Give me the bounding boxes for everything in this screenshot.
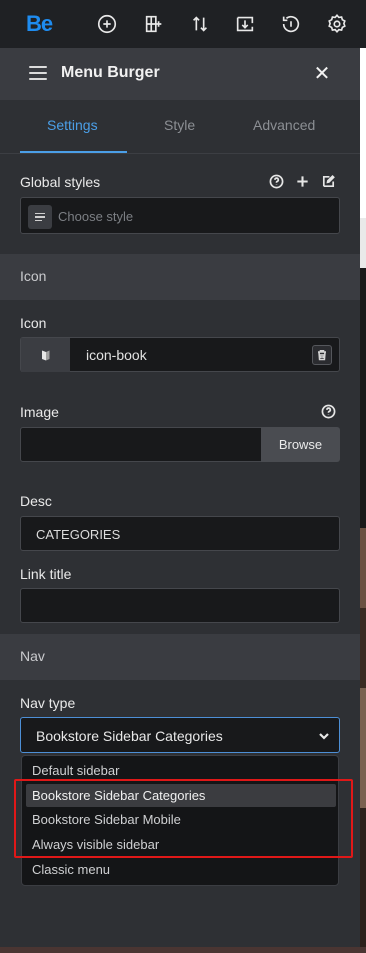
tab-style[interactable]: Style <box>164 117 195 133</box>
sort-arrows-icon[interactable] <box>188 12 212 36</box>
be-logo[interactable]: Be <box>26 11 53 37</box>
nav-type-selected: Bookstore Sidebar Categories <box>36 728 223 744</box>
app-root: Be Menu Burger ✕ Settings Style Advanced… <box>0 0 366 953</box>
browse-button[interactable]: Browse <box>261 427 340 462</box>
image-input[interactable] <box>20 427 262 462</box>
add-icon[interactable] <box>95 12 119 36</box>
image-label: Image <box>20 404 59 420</box>
page-background-strip <box>360 48 366 953</box>
tab-advanced[interactable]: Advanced <box>253 117 315 133</box>
bottom-edge <box>0 947 366 953</box>
section-icon-header[interactable]: Icon <box>0 254 360 300</box>
icon-field[interactable]: icon-book <box>20 337 340 372</box>
section-nav-title: Nav <box>20 648 45 664</box>
edit-style-icon[interactable] <box>320 173 336 189</box>
link-title-label: Link title <box>20 566 72 582</box>
tab-settings[interactable]: Settings <box>47 117 98 133</box>
image-help-icon[interactable] <box>320 403 336 419</box>
hamburger-icon[interactable] <box>29 66 47 80</box>
panel-title: Menu Burger <box>61 64 160 81</box>
tab-bar: Settings Style Advanced <box>0 100 360 154</box>
help-icon[interactable] <box>268 173 284 189</box>
layout-add-icon[interactable] <box>142 12 166 36</box>
import-icon[interactable] <box>233 12 257 36</box>
panel-header <box>0 48 360 100</box>
option-bookstore-sidebar-categories[interactable]: Bookstore Sidebar Categories <box>26 784 336 807</box>
book-icon[interactable] <box>21 338 70 372</box>
nav-type-select[interactable]: Bookstore Sidebar Categories <box>20 717 340 753</box>
style-list-icon[interactable] <box>28 205 52 229</box>
option-default-sidebar[interactable]: Default sidebar <box>26 759 336 782</box>
option-always-visible-sidebar[interactable]: Always visible sidebar <box>26 833 336 856</box>
add-style-icon[interactable] <box>294 173 310 189</box>
icon-value: icon-book <box>86 347 147 363</box>
option-bookstore-sidebar-mobile[interactable]: Bookstore Sidebar Mobile <box>26 808 336 831</box>
settings-gear-icon[interactable] <box>325 12 349 36</box>
trash-icon[interactable] <box>312 345 332 365</box>
option-classic-menu[interactable]: Classic menu <box>26 858 336 881</box>
link-title-input[interactable] <box>20 588 340 623</box>
section-nav-header[interactable]: Nav <box>0 634 360 680</box>
history-icon[interactable] <box>279 12 303 36</box>
chevron-down-icon[interactable] <box>317 729 331 743</box>
close-icon[interactable]: ✕ <box>313 63 331 85</box>
global-styles-label: Global styles <box>20 174 101 190</box>
active-tab-indicator <box>20 151 127 153</box>
style-placeholder: Choose style <box>58 209 134 224</box>
desc-value: CATEGORIES <box>36 527 121 542</box>
desc-input[interactable]: CATEGORIES <box>20 516 340 551</box>
section-icon-title: Icon <box>20 268 47 284</box>
nav-type-dropdown: Default sidebar Bookstore Sidebar Catego… <box>21 755 339 886</box>
style-chooser-field[interactable]: Choose style <box>20 197 340 234</box>
icon-label: Icon <box>20 315 47 331</box>
top-toolbar: Be <box>0 0 366 48</box>
desc-label: Desc <box>20 493 52 509</box>
nav-type-label: Nav type <box>20 695 76 711</box>
